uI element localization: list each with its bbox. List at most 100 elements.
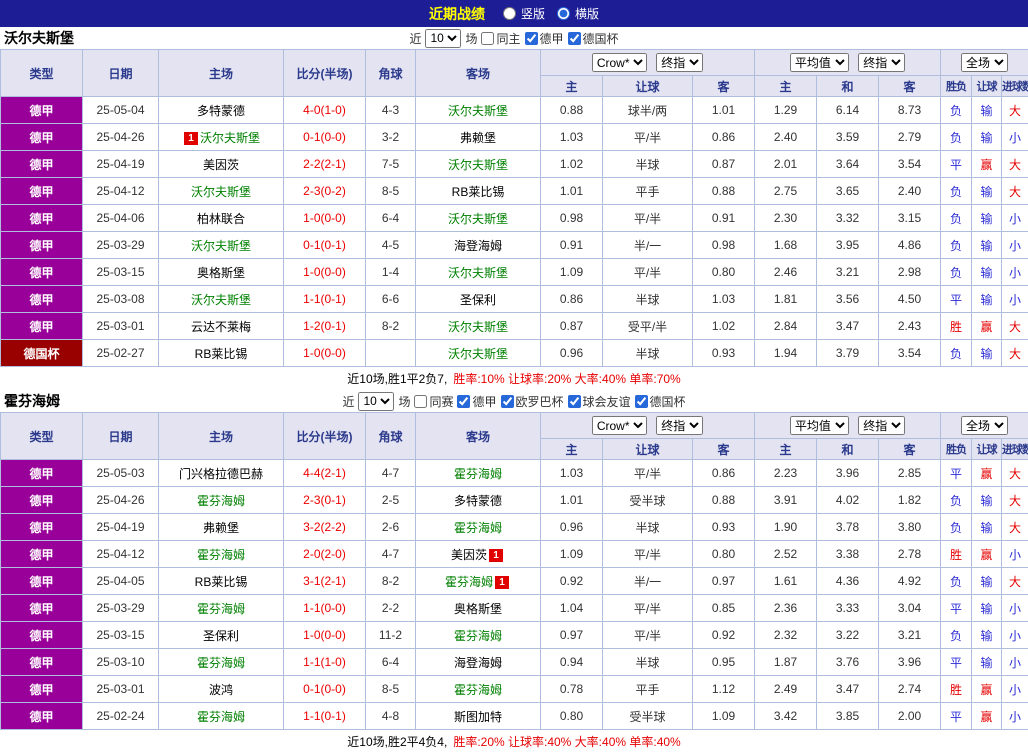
filter-checkbox[interactable]: 同赛 [414, 393, 453, 410]
team-name[interactable]: 沃尔夫斯堡 [448, 158, 508, 172]
team-name[interactable]: 霍芬海姆 [454, 467, 502, 481]
avg-home-cell: 2.23 [755, 460, 817, 487]
filter-checkbox-input[interactable] [457, 395, 470, 408]
score-cell[interactable]: 1-0(0-0) [284, 340, 366, 367]
team-name[interactable]: 斯图加特 [454, 710, 502, 724]
filter-checkbox-input[interactable] [414, 395, 427, 408]
team-name[interactable]: 沃尔夫斯堡 [448, 104, 508, 118]
score-cell[interactable]: 1-1(0-1) [284, 286, 366, 313]
score-cell[interactable]: 0-1(0-0) [284, 124, 366, 151]
score-cell[interactable]: 0-1(0-1) [284, 232, 366, 259]
team-name[interactable]: 云达不莱梅 [191, 320, 251, 334]
team-name[interactable]: 美因茨 [451, 548, 487, 562]
filter-checkbox-input[interactable] [501, 395, 514, 408]
view-option[interactable]: 竖版 [503, 5, 545, 22]
corner-cell [366, 340, 416, 367]
fulltime-select[interactable]: 全场 [961, 53, 1008, 72]
filter-checkbox[interactable]: 德甲 [525, 30, 564, 47]
score-cell[interactable]: 1-2(0-1) [284, 313, 366, 340]
team-name[interactable]: 霍芬海姆 [454, 629, 502, 643]
team-name[interactable]: 沃尔夫斯堡 [191, 185, 251, 199]
team-name[interactable]: 多特蒙德 [454, 494, 502, 508]
league-type-cell: 德甲 [1, 514, 83, 541]
score-cell[interactable]: 2-2(2-1) [284, 151, 366, 178]
team-name[interactable]: RB莱比锡 [452, 185, 505, 199]
team-name[interactable]: 沃尔夫斯堡 [191, 239, 251, 253]
team-name[interactable]: 圣保利 [203, 629, 239, 643]
filter-checkbox[interactable]: 德国杯 [568, 30, 619, 47]
team-name[interactable]: 沃尔夫斯堡 [448, 320, 508, 334]
team-name[interactable]: 霍芬海姆 [454, 683, 502, 697]
score-cell[interactable]: 4-0(1-0) [284, 97, 366, 124]
away-team-cell: 霍芬海姆 [416, 622, 541, 649]
score-cell[interactable]: 1-1(0-1) [284, 703, 366, 730]
team-name[interactable]: 波鸿 [209, 683, 233, 697]
subcol-handicap: 让球 [603, 76, 693, 97]
team-name[interactable]: 霍芬海姆 [197, 602, 245, 616]
team-name[interactable]: 霍芬海姆 [445, 575, 493, 589]
fulltime-select[interactable]: 全场 [961, 416, 1008, 435]
view-radio[interactable] [557, 7, 570, 20]
team-name[interactable]: 多特蒙德 [197, 104, 245, 118]
match-count-select[interactable]: 10 [358, 392, 394, 411]
filter-checkbox-input[interactable] [481, 32, 494, 45]
team-name[interactable]: 门兴格拉德巴赫 [179, 467, 263, 481]
filter-checkbox[interactable]: 同主 [481, 30, 520, 47]
view-option[interactable]: 横版 [557, 5, 599, 22]
score-cell[interactable]: 0-1(0-0) [284, 676, 366, 703]
team-name[interactable]: 沃尔夫斯堡 [200, 131, 260, 145]
team-name[interactable]: RB莱比锡 [195, 575, 248, 589]
team-name[interactable]: 沃尔夫斯堡 [448, 266, 508, 280]
score-cell[interactable]: 3-2(2-2) [284, 514, 366, 541]
team-name[interactable]: 霍芬海姆 [197, 656, 245, 670]
filter-checkbox[interactable]: 德国杯 [635, 393, 686, 410]
view-radio[interactable] [503, 7, 516, 20]
team-name[interactable]: 霍芬海姆 [454, 521, 502, 535]
team-name[interactable]: 美因茨 [203, 158, 239, 172]
team-name[interactable]: 沃尔夫斯堡 [448, 347, 508, 361]
average-select[interactable]: 平均值 [790, 416, 849, 435]
odds-time-select-2[interactable]: 终指 [858, 53, 905, 72]
team-name[interactable]: 沃尔夫斯堡 [191, 293, 251, 307]
score-cell[interactable]: 2-3(0-1) [284, 487, 366, 514]
odds-time-select-1[interactable]: 终指 [656, 53, 703, 72]
team-name[interactable]: 沃尔夫斯堡 [448, 212, 508, 226]
team-name[interactable]: 霍芬海姆 [197, 494, 245, 508]
odds-company-select[interactable]: Crow* [592, 416, 647, 435]
match-count-select[interactable]: 10 [425, 29, 461, 48]
score-cell[interactable]: 1-1(1-0) [284, 649, 366, 676]
filter-checkbox[interactable]: 球会友谊 [568, 393, 631, 410]
team-name[interactable]: 奥格斯堡 [454, 602, 502, 616]
team-name[interactable]: 霍芬海姆 [197, 548, 245, 562]
team-name[interactable]: 柏林联合 [197, 212, 245, 226]
team-name[interactable]: 霍芬海姆 [197, 710, 245, 724]
score-cell[interactable]: 1-0(0-0) [284, 259, 366, 286]
filter-checkbox-input[interactable] [635, 395, 648, 408]
average-select[interactable]: 平均值 [790, 53, 849, 72]
score-cell[interactable]: 2-3(0-2) [284, 178, 366, 205]
subcol-home-odds: 主 [541, 76, 603, 97]
filter-checkbox-input[interactable] [525, 32, 538, 45]
team-name[interactable]: 弗赖堡 [203, 521, 239, 535]
filter-near-label: 近 [342, 393, 354, 410]
odds-time-select-2[interactable]: 终指 [858, 416, 905, 435]
score-cell[interactable]: 1-0(0-0) [284, 205, 366, 232]
score-cell[interactable]: 1-1(0-0) [284, 595, 366, 622]
filter-checkbox-input[interactable] [568, 395, 581, 408]
team-name[interactable]: RB莱比锡 [195, 347, 248, 361]
avg-home-cell: 2.30 [755, 205, 817, 232]
filter-checkbox-input[interactable] [568, 32, 581, 45]
score-cell[interactable]: 1-0(0-0) [284, 622, 366, 649]
team-name[interactable]: 海登海姆 [454, 239, 502, 253]
score-cell[interactable]: 3-1(2-1) [284, 568, 366, 595]
score-cell[interactable]: 4-4(2-1) [284, 460, 366, 487]
score-cell[interactable]: 2-0(2-0) [284, 541, 366, 568]
team-name[interactable]: 弗赖堡 [460, 131, 496, 145]
team-name[interactable]: 海登海姆 [454, 656, 502, 670]
odds-company-select[interactable]: Crow* [592, 53, 647, 72]
filter-checkbox[interactable]: 德甲 [457, 393, 496, 410]
team-name[interactable]: 奥格斯堡 [197, 266, 245, 280]
team-name[interactable]: 圣保利 [460, 293, 496, 307]
filter-checkbox[interactable]: 欧罗巴杯 [501, 393, 564, 410]
odds-time-select-1[interactable]: 终指 [656, 416, 703, 435]
